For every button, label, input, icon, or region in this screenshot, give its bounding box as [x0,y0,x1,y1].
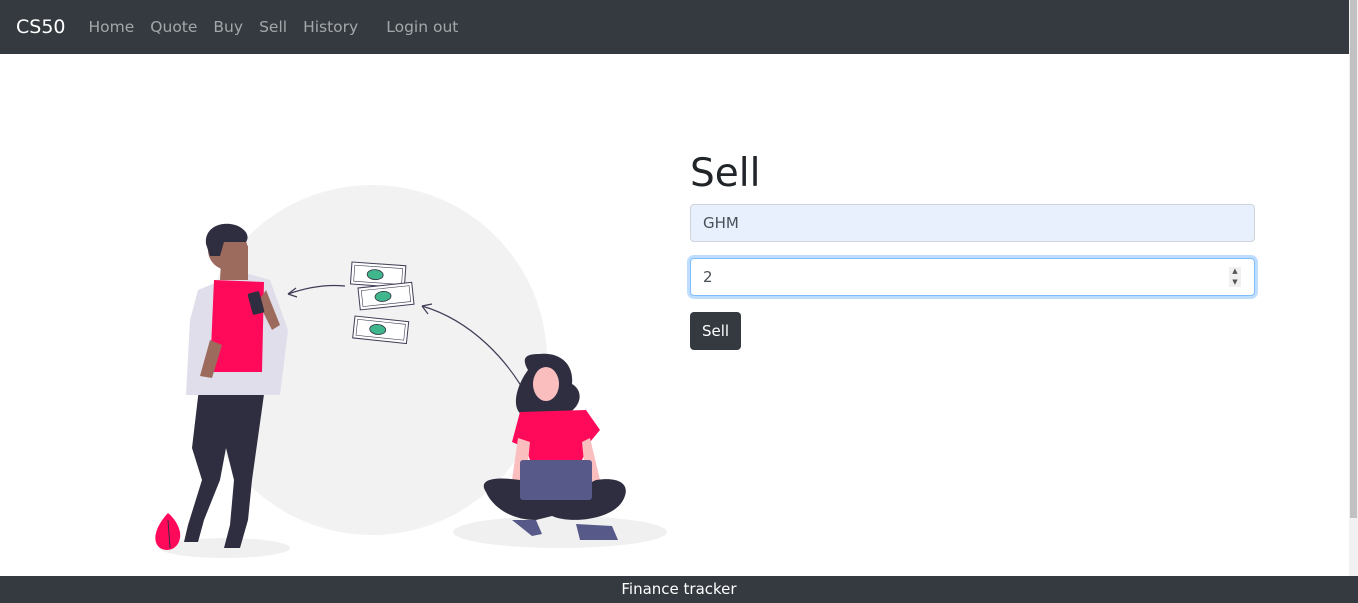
money-bills-icon [349,261,415,345]
number-spinner[interactable]: ▲ ▼ [1229,267,1241,287]
spinner-up-icon[interactable]: ▲ [1232,267,1237,276]
brand-logo[interactable]: CS50 [16,16,66,38]
nav-link-logout[interactable]: Login out [382,18,462,36]
page-scrollbar[interactable] [1349,0,1358,576]
plant-leaf-icon [155,513,181,551]
sell-form: Sell ▲ ▼ Sell [690,150,1255,350]
scrollbar-thumb[interactable] [1350,0,1357,518]
top-navbar: CS50 Home Quote Buy Sell History Login o… [0,0,1349,54]
shares-input-wrapper: ▲ ▼ [690,258,1255,296]
page-footer: Finance tracker [0,576,1358,603]
nav-link-home[interactable]: Home [85,18,139,36]
spinner-down-icon[interactable]: ▼ [1232,278,1237,287]
illustration-svg [155,185,667,558]
sell-submit-button[interactable]: Sell [690,312,742,350]
shares-input[interactable] [690,258,1255,296]
footer-text: Finance tracker [621,580,737,598]
page-title: Sell [690,151,761,196]
woman-shadow [453,516,667,548]
money-transfer-illustration [140,180,680,570]
nav-link-buy[interactable]: Buy [209,18,247,36]
nav-link-quote[interactable]: Quote [146,18,201,36]
nav-link-history[interactable]: History [299,18,362,36]
symbol-input[interactable] [690,204,1255,242]
nav-link-sell[interactable]: Sell [255,18,291,36]
